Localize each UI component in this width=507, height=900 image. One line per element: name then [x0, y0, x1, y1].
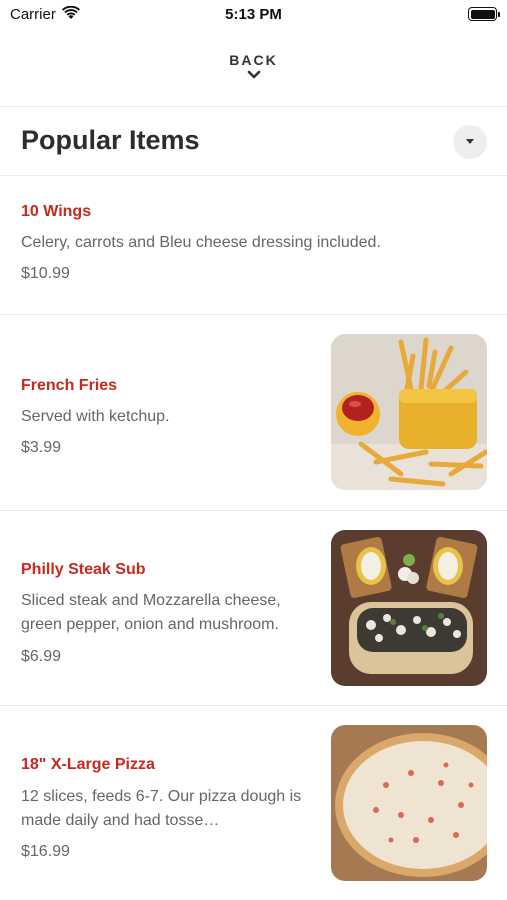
item-description: Sliced steak and Mozzarella cheese, gree… [21, 592, 281, 633]
menu-item-philly-steak-sub[interactable]: Philly Steak Sub Sliced steak and Mozzar… [0, 511, 507, 705]
battery-icon [468, 7, 500, 21]
item-price: $16.99 [21, 843, 70, 860]
item-price: $3.99 [21, 439, 62, 456]
item-description: Celery, carrots and Bleu cheese dressing… [21, 234, 381, 251]
menu-item-french-fries[interactable]: French Fries Served with ketchup. $3.99 [0, 315, 507, 510]
menu-item-x-large-pizza[interactable]: 18" X-Large Pizza 12 slices, feeds 6-7. … [0, 706, 507, 900]
item-description: Served with ketchup. [21, 408, 170, 425]
menu-item-wings[interactable]: 10 Wings Celery, carrots and Bleu cheese… [0, 176, 507, 314]
item-name: 18" X-Large Pizza [21, 756, 155, 773]
item-image [331, 725, 487, 881]
caret-down-icon [466, 139, 474, 144]
back-button[interactable]: BACK [0, 52, 507, 79]
item-name: French Fries [21, 377, 118, 394]
item-name: 10 Wings [21, 203, 92, 220]
item-name: Philly Steak Sub [21, 561, 146, 578]
item-price: $6.99 [21, 648, 62, 665]
clock: 5:13 PM [225, 6, 282, 23]
item-description: 12 slices, feeds 6-7. Our pizza dough is… [21, 788, 302, 829]
back-label: BACK [229, 52, 278, 68]
divider [0, 106, 507, 107]
section-title: Popular Items [21, 125, 200, 155]
collapse-toggle-button[interactable] [453, 125, 487, 159]
status-bar: Carrier 5:13 PM [0, 0, 507, 30]
chevron-down-icon [247, 70, 260, 79]
item-image [331, 530, 487, 686]
item-image [331, 334, 487, 490]
item-price: $10.99 [21, 265, 70, 282]
